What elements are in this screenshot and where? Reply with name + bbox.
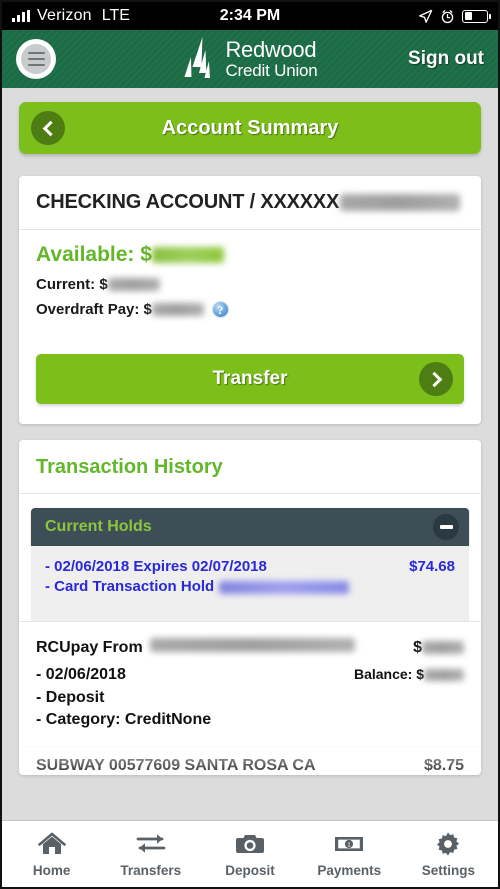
bottom-tab-bar: Home Transfers Deposit 1 Payments Settin… xyxy=(2,820,498,887)
current-balance-label: Current: $ xyxy=(36,276,108,293)
available-balance-masked xyxy=(151,247,224,264)
page-title: Account Summary xyxy=(161,116,339,139)
tab-deposit-label: Deposit xyxy=(225,862,275,878)
transaction-balance: Balance: $ xyxy=(354,666,464,682)
help-question-icon[interactable]: ? xyxy=(211,301,229,318)
alarm-clock-icon xyxy=(441,9,454,23)
transaction-history-card: Transaction History Current Holds - 02/0… xyxy=(19,440,481,776)
current-holds-header[interactable]: Current Holds xyxy=(31,508,469,546)
current-balance-masked xyxy=(107,278,160,291)
tab-payments[interactable]: 1 Payments xyxy=(300,831,399,878)
hold-description: - Card Transaction Hold xyxy=(45,578,215,595)
status-bar-right xyxy=(418,9,491,24)
hold-dates: - 02/06/2018 Expires 02/07/2018 xyxy=(45,558,267,575)
tab-transfers[interactable]: Transfers xyxy=(101,831,200,878)
minus-collapse-icon[interactable] xyxy=(433,514,459,540)
transaction-partial-description: SUBWAY 00577609 SANTA ROSA CA xyxy=(36,757,316,775)
brand-name: Redwood Credit Union xyxy=(225,37,318,80)
hold-merchant-masked xyxy=(219,580,350,594)
redwood-tree-logo-icon xyxy=(184,37,210,78)
brand-logo: Redwood Credit Union xyxy=(182,37,318,81)
transaction-description-masked xyxy=(149,638,355,652)
transaction-type: - Deposit xyxy=(36,688,105,706)
account-title: CHECKING ACCOUNT / XXXXXX xyxy=(19,176,481,230)
transaction-detail-lines: - 02/06/2018 - Deposit - Category: Credi… xyxy=(36,664,211,732)
transfer-button[interactable]: Transfer xyxy=(36,354,464,404)
transfer-arrow-button[interactable] xyxy=(419,362,453,396)
balances-section: Available: $ Current: $ Overdraft Pay: $… xyxy=(19,230,481,342)
phone-screen: Verizon LTE 2:34 PM Redwood Credit Union… xyxy=(0,0,500,889)
home-icon xyxy=(37,832,66,854)
scroll-content: Account Summary CHECKING ACCOUNT / XXXXX… xyxy=(2,88,498,820)
transaction-row[interactable]: RCUpay From $ - 02/06/2018 - Deposit - C… xyxy=(19,621,481,746)
sign-out-button[interactable]: Sign out xyxy=(408,48,484,70)
account-title-text: CHECKING ACCOUNT / XXXXXX xyxy=(36,191,340,213)
transfer-arrows-icon xyxy=(136,833,166,853)
overdraft-masked xyxy=(151,303,204,316)
transaction-history-title: Transaction History xyxy=(36,456,223,478)
tab-settings-label: Settings xyxy=(421,862,476,878)
transaction-header: RCUpay From $ xyxy=(36,638,464,657)
signal-strength-icon xyxy=(12,10,30,22)
status-bar-left: Verizon LTE xyxy=(12,7,130,25)
tab-deposit[interactable]: Deposit xyxy=(200,831,299,878)
tab-payments-label: Payments xyxy=(317,862,382,878)
chevron-right-icon xyxy=(426,371,442,387)
hold-description-row: - Card Transaction Hold xyxy=(45,578,455,595)
hamburger-menu-icon[interactable] xyxy=(16,39,56,79)
transaction-partial-amount: $8.75 xyxy=(423,757,464,775)
tab-home-label: Home xyxy=(32,862,71,878)
tab-home[interactable]: Home xyxy=(2,831,101,878)
carrier-label: Verizon xyxy=(37,7,92,24)
transaction-amount: $ xyxy=(413,639,464,657)
overdraft-row: Overdraft Pay: $ ? xyxy=(36,301,464,318)
transaction-date: - 02/06/2018 xyxy=(36,666,126,683)
dollar-bill-icon: 1 xyxy=(335,836,364,851)
transaction-description: RCUpay From xyxy=(36,639,143,656)
location-arrow-icon xyxy=(419,9,433,23)
tab-transfers-label: Transfers xyxy=(120,862,182,878)
gear-icon xyxy=(437,831,460,856)
svg-text:1: 1 xyxy=(347,841,351,849)
hold-item: - 02/06/2018 Expires 02/07/2018 $74.68 -… xyxy=(45,558,455,595)
page-title-bar: Account Summary xyxy=(19,102,481,154)
battery-icon xyxy=(462,9,491,23)
brand-line-1: Redwood xyxy=(225,37,317,63)
transfer-button-wrap: Transfer xyxy=(19,342,481,424)
status-bar: Verizon LTE 2:34 PM xyxy=(2,2,498,30)
transaction-balance-masked xyxy=(424,669,464,682)
account-summary-card: CHECKING ACCOUNT / XXXXXX Available: $ C… xyxy=(19,176,481,424)
current-holds-title: Current Holds xyxy=(45,518,152,535)
hold-item-row: - 02/06/2018 Expires 02/07/2018 $74.68 xyxy=(45,558,455,575)
account-number-masked xyxy=(340,194,461,212)
app-header: Redwood Credit Union Sign out xyxy=(2,30,498,88)
available-balance-row: Available: $ xyxy=(36,243,464,267)
transaction-history-body: Current Holds - 02/06/2018 Expires 02/07… xyxy=(19,493,481,621)
camera-icon xyxy=(236,834,264,853)
hold-amount: $74.68 xyxy=(409,558,455,575)
transaction-amount-masked xyxy=(422,641,464,655)
transaction-details: - 02/06/2018 - Deposit - Category: Credi… xyxy=(36,664,464,732)
brand-line-2: Credit Union xyxy=(225,60,318,80)
transaction-category: - Category: CreditNone xyxy=(36,711,212,729)
tab-settings[interactable]: Settings xyxy=(399,831,498,878)
available-balance-label: Available: $ xyxy=(36,243,152,266)
network-type-label: LTE xyxy=(101,7,130,24)
current-balance-row: Current: $ xyxy=(36,276,464,293)
current-holds-list: - 02/06/2018 Expires 02/07/2018 $74.68 -… xyxy=(31,546,469,621)
transaction-row-partial[interactable]: SUBWAY 00577609 SANTA ROSA CA $8.75 xyxy=(19,746,481,775)
overdraft-label: Overdraft Pay: $ xyxy=(36,301,152,318)
transfer-button-label: Transfer xyxy=(212,368,288,389)
